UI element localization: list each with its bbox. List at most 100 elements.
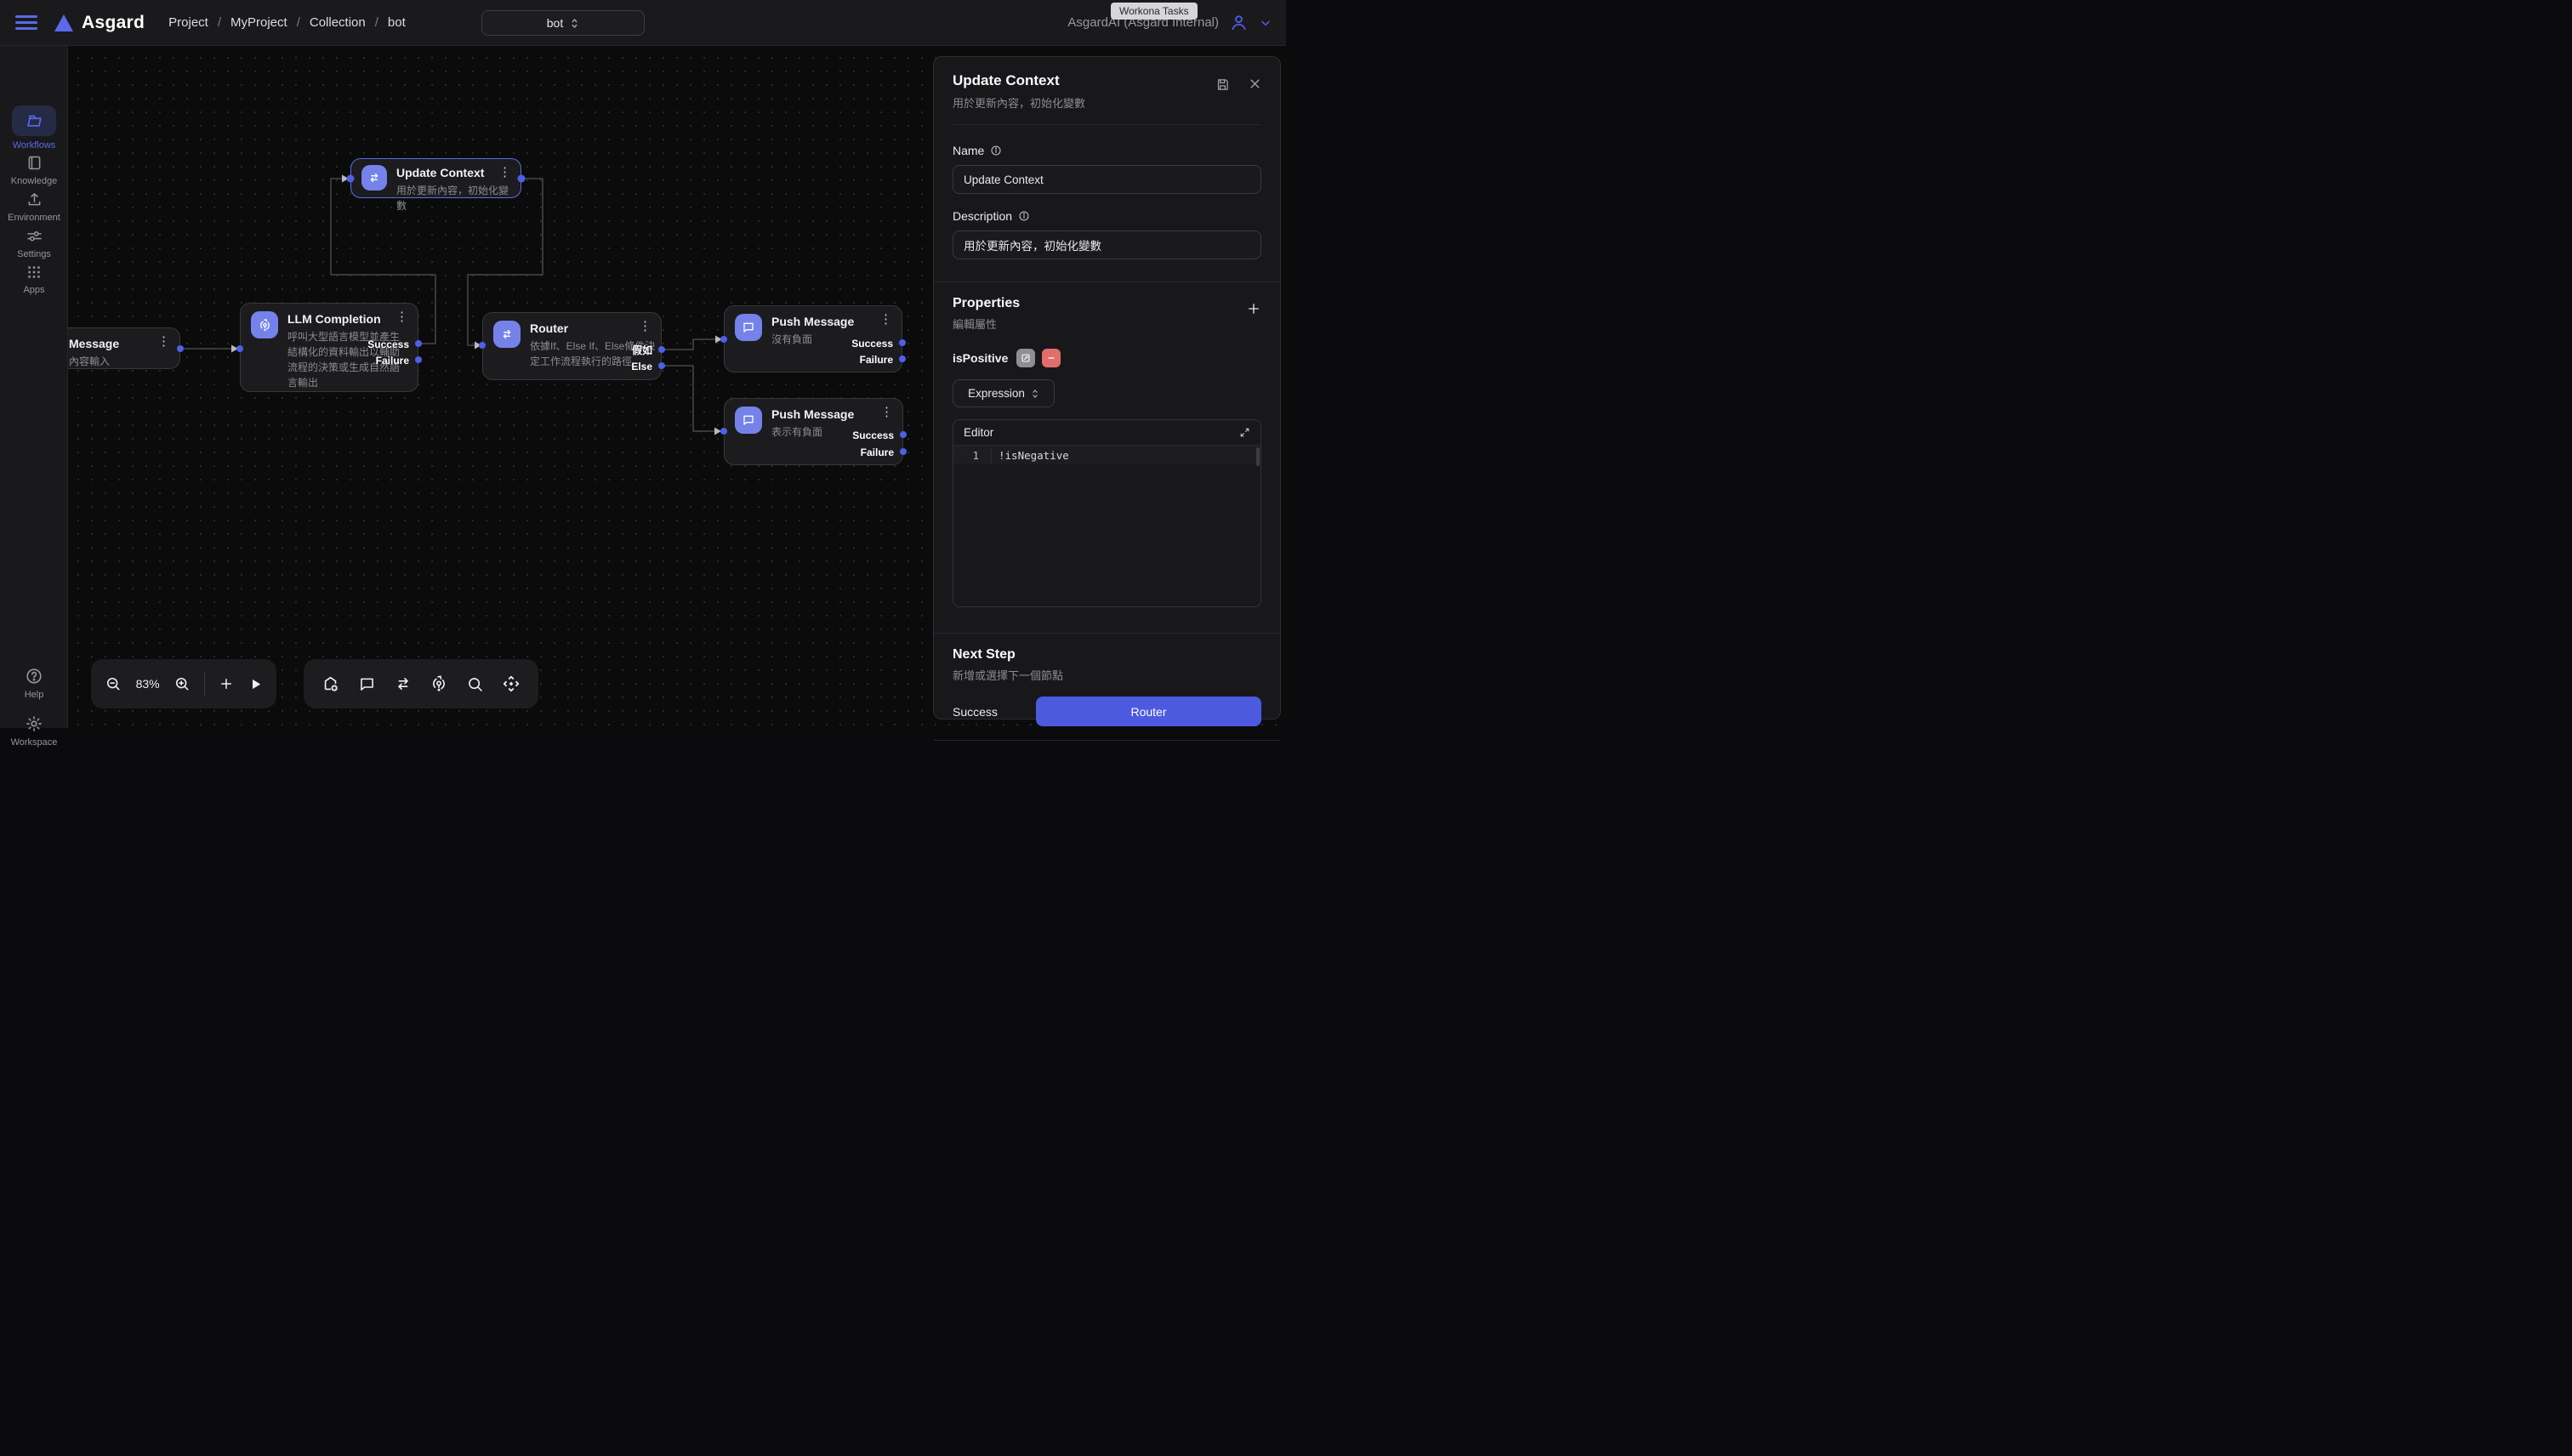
next-step-port-label: Success [953, 705, 998, 719]
breadcrumb-collection[interactable]: Collection [310, 15, 366, 30]
run-workflow-button[interactable] [248, 677, 263, 691]
port-failure[interactable]: Failure [376, 354, 409, 367]
property-name: isPositive [953, 351, 1008, 365]
zoom-out-button[interactable] [105, 675, 122, 692]
add-trigger-node-button[interactable] [322, 674, 340, 693]
sidebar-item-workflows[interactable]: Workflows [0, 105, 68, 151]
port-success[interactable]: Success [851, 337, 893, 350]
line-number: 1 [953, 449, 991, 462]
description-label: Description [953, 209, 1261, 223]
add-button[interactable] [219, 676, 234, 691]
breadcrumb-project[interactable]: Project [168, 15, 208, 30]
chevron-up-down-icon [1031, 389, 1039, 399]
close-button[interactable] [1249, 77, 1261, 92]
swap-arrows-icon [361, 165, 387, 191]
node-router[interactable]: Router 依據If、Else If、Else條件決定工作流程執行的路徑 ⋮ … [482, 312, 662, 380]
brand-title: Asgard [82, 13, 145, 33]
workflow-select[interactable]: bot [481, 10, 645, 36]
node-menu-icon[interactable]: ⋮ [157, 335, 170, 348]
breadcrumb-bot[interactable]: bot [388, 15, 406, 30]
node-subtitle: 用於更新內容，初始化變數 [396, 183, 510, 213]
gear-icon [25, 714, 43, 733]
sliders-icon [26, 227, 43, 245]
sidebar-item-knowledge[interactable]: Knowledge [0, 154, 68, 186]
message-node-button[interactable] [358, 675, 376, 693]
remove-property-button[interactable] [1042, 349, 1061, 367]
node-detail-panel: Update Context 用於更新內容，初始化變數 Name Descrip… [933, 56, 1281, 719]
node-update-context[interactable]: Update Context 用於更新內容，初始化變數 ⋮ [350, 158, 521, 198]
port-else[interactable]: Else [631, 360, 652, 373]
node-menu-icon[interactable]: ⋮ [880, 406, 893, 418]
editor-title: Editor [964, 426, 993, 439]
add-property-button[interactable] [1246, 301, 1261, 316]
search-button[interactable] [466, 675, 484, 693]
properties-title: Properties [953, 296, 1020, 311]
account-chevron-down-icon[interactable] [1259, 16, 1272, 30]
breadcrumb-myproject[interactable]: MyProject [230, 15, 287, 30]
expression-editor: Editor 1 !isNegative [953, 419, 1261, 607]
upload-icon [26, 191, 43, 208]
next-step-title: Next Step [953, 647, 1261, 663]
hamburger-menu-icon[interactable] [15, 12, 37, 34]
update-context-node-button[interactable] [394, 674, 413, 693]
properties-subtitle: 編輯屬性 [953, 316, 1020, 332]
node-menu-icon[interactable]: ⋮ [879, 313, 892, 326]
sidebar-item-help[interactable]: Help [0, 667, 68, 700]
property-type-select[interactable]: Expression [953, 379, 1055, 407]
chevron-up-down-icon [570, 18, 579, 29]
node-push-message-2[interactable]: Push Message 表示有負面 ⋮ Success Failure [724, 398, 903, 465]
breadcrumb: Project / MyProject / Collection / bot [168, 15, 406, 30]
save-button[interactable] [1215, 77, 1230, 92]
port-failure[interactable]: Failure [861, 446, 894, 459]
node-title: Update Context [396, 165, 510, 180]
info-icon[interactable] [990, 145, 1002, 156]
editor-scrollbar[interactable] [1256, 447, 1260, 466]
apps-grid-icon [26, 264, 43, 281]
sidebar-item-apps[interactable]: Apps [0, 264, 68, 295]
node-llm-completion[interactable]: LLM Completion 呼叫大型語言模型並產生結構化的資料輸出以輔助流程的… [240, 303, 418, 392]
zoom-level: 83% [136, 677, 160, 691]
asgard-logo-icon [54, 14, 73, 31]
toolbar-divider [204, 671, 205, 697]
next-step-subtitle: 新增或選擇下一個節點 [953, 667, 1261, 683]
node-menu-icon[interactable]: ⋮ [498, 166, 511, 179]
node-menu-icon[interactable]: ⋮ [395, 310, 408, 323]
chat-bubble-icon [735, 314, 762, 341]
node-subtitle: 沒有負面 [771, 332, 854, 347]
port-success[interactable]: Success [852, 429, 894, 442]
next-step-target-button[interactable]: Router [1036, 697, 1261, 726]
node-push-message-1[interactable]: Push Message 沒有負面 ⋮ Success Failure [724, 305, 902, 373]
node-title: Message [69, 336, 119, 351]
top-bar: Asgard Project / MyProject / Collection … [0, 0, 1286, 46]
editor-code-area[interactable]: 1 !isNegative [953, 446, 1260, 464]
sidebar-item-workspace[interactable]: Workspace [0, 714, 68, 748]
port-failure[interactable]: Failure [860, 353, 893, 367]
node-tools-toolbar [304, 659, 538, 708]
panel-subtitle: 用於更新內容，初始化變數 [953, 94, 1261, 111]
expand-editor-icon[interactable] [1239, 427, 1250, 438]
node-title: Push Message [771, 314, 854, 329]
chat-bubble-icon [735, 407, 762, 434]
sidebar-item-settings[interactable]: Settings [0, 227, 68, 259]
node-subtitle: 內容輸入 [69, 354, 119, 369]
swap-arrows-icon [493, 321, 521, 348]
help-circle-icon [25, 667, 43, 685]
info-icon[interactable] [1018, 210, 1030, 222]
folder-icon [25, 111, 43, 130]
editor-code[interactable]: !isNegative [991, 446, 1260, 464]
node-title: LLM Completion [287, 311, 404, 327]
description-input[interactable] [953, 230, 1261, 259]
llm-icon [251, 311, 278, 338]
auto-layout-button[interactable] [502, 674, 521, 693]
node-subtitle: 表示有負面 [771, 424, 854, 440]
user-avatar-icon[interactable] [1229, 13, 1249, 32]
node-menu-icon[interactable]: ⋮ [639, 320, 652, 333]
node-message[interactable]: Message 內容輸入 ⋮ [68, 327, 180, 369]
zoom-in-button[interactable] [174, 675, 191, 692]
edit-property-button[interactable] [1016, 349, 1035, 367]
port-if[interactable]: 假如 [632, 344, 652, 357]
llm-node-button[interactable] [430, 674, 448, 693]
name-input[interactable] [953, 165, 1261, 194]
sidebar-item-environment[interactable]: Environment [0, 191, 68, 223]
port-success[interactable]: Success [367, 338, 409, 351]
